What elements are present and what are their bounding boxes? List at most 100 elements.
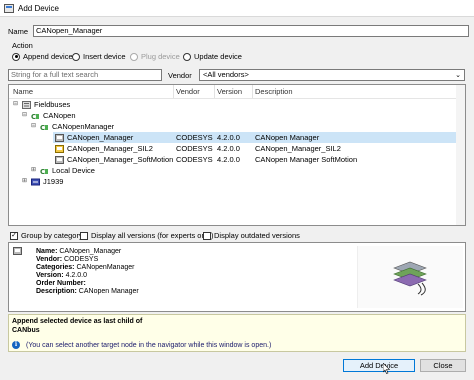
- radio-dot: [183, 52, 191, 61]
- column-divider: [252, 85, 253, 98]
- insert-device-label: Insert device: [83, 52, 126, 61]
- svg-text:C: C: [40, 168, 45, 175]
- can-icon: C: [40, 168, 48, 175]
- device-icon: [55, 156, 64, 164]
- name-label: Name: [8, 27, 29, 36]
- tree-row[interactable]: CANopen_Manager_SoftMotion CODESYS 4.2.0…: [53, 154, 457, 165]
- device-icon: [55, 134, 64, 142]
- vendor-select-value: <All vendors>: [203, 70, 249, 79]
- expand-icon[interactable]: ⊞: [31, 165, 36, 176]
- radio-dot: [130, 52, 138, 61]
- message-hint-text: (You can select another target node in t…: [26, 341, 272, 349]
- message-line-2: CANbus: [12, 327, 40, 334]
- device-sil2-icon: [55, 145, 64, 153]
- tree-row-name: CANopen: [43, 111, 76, 120]
- name-input[interactable]: CANopen_Manager: [33, 25, 469, 37]
- column-header-name[interactable]: Name: [13, 87, 33, 96]
- tree-row-version: 4.2.0.0: [217, 133, 240, 142]
- svg-text:C: C: [40, 124, 45, 131]
- append-device-radio[interactable]: Append device: [12, 52, 73, 61]
- info-version: Version: 4.2.0.0: [36, 272, 87, 279]
- close-button[interactable]: Close: [420, 359, 466, 372]
- column-header-version[interactable]: Version: [217, 87, 242, 96]
- info-name: Name: CANopen_Manager: [36, 248, 122, 255]
- device-tree[interactable]: Name Vendor Version Description ⊟ Fieldb…: [8, 84, 466, 226]
- add-device-icon: [4, 4, 14, 13]
- info-order-number: Order Number:: [36, 280, 86, 287]
- tree-row-name: Fieldbuses: [34, 100, 71, 109]
- display-all-versions-checkbox[interactable]: Display all versions (for experts only): [80, 231, 214, 240]
- column-header-vendor[interactable]: Vendor: [176, 87, 200, 96]
- device-icon: [13, 247, 22, 255]
- column-divider: [214, 85, 215, 98]
- collapse-icon[interactable]: ⊟: [31, 121, 36, 132]
- tree-row-vendor: CODESYS: [176, 144, 213, 153]
- tree-row-name: Local Device: [52, 166, 95, 175]
- checkbox-box: [203, 231, 211, 240]
- tree-row-vendor: CODESYS: [176, 155, 213, 164]
- vendor-label: Vendor: [168, 71, 192, 80]
- add-device-button[interactable]: Add Device: [343, 359, 415, 372]
- tree-row-name: J1939: [43, 177, 64, 186]
- expand-icon[interactable]: ⊞: [22, 176, 27, 187]
- tree-row[interactable]: ⊟ Fieldbuses: [9, 99, 457, 110]
- tree-row-name: CANopen_Manager_SoftMotion: [67, 155, 174, 164]
- plug-device-radio[interactable]: Plug device: [130, 52, 180, 61]
- radio-dot: [12, 52, 20, 61]
- mouse-cursor-icon: [383, 363, 390, 374]
- tree-row-name: CANopen_Manager_SIL2: [67, 144, 153, 153]
- info-vendor: Vendor: CODESYS: [36, 256, 99, 263]
- tree-row-description: CANopen Manager: [255, 133, 320, 142]
- tree-row[interactable]: ⊞ C Local Device: [9, 165, 457, 176]
- update-device-radio[interactable]: Update device: [183, 52, 242, 61]
- group-by-category-label: Group by category: [21, 231, 83, 240]
- collapse-icon[interactable]: ⊟: [22, 110, 27, 121]
- title-bar: Add Device: [0, 0, 474, 17]
- can-icon: C: [31, 113, 39, 120]
- window-title: Add Device: [18, 4, 59, 13]
- plug-device-label: Plug device: [141, 52, 180, 61]
- vertical-scrollbar[interactable]: [456, 85, 465, 225]
- append-device-label: Append device: [23, 52, 73, 61]
- radio-dot: [72, 52, 80, 61]
- tree-row-version: 4.2.0.0: [217, 144, 240, 153]
- device-stack-icon: [393, 261, 427, 296]
- tree-row-selected[interactable]: CANopen_Manager CODESYS 4.2.0.0 CANopen …: [53, 132, 457, 143]
- tree-row[interactable]: CANopen_Manager_SIL2 CODESYS 4.2.0.0 CAN…: [53, 143, 457, 154]
- info-description: Description: CANopen Manager: [36, 288, 139, 295]
- tree-row-description: CANopen Manager SoftMotion: [255, 155, 358, 164]
- tree-row-description: CANopen_Manager_SIL2: [255, 144, 341, 153]
- tree-row[interactable]: ⊟ C CANopenManager: [9, 121, 457, 132]
- info-categories: Categories: CANopenManager: [36, 264, 135, 271]
- collapse-icon[interactable]: ⊟: [13, 99, 18, 110]
- tree-row[interactable]: ⊞ J1939: [9, 176, 457, 187]
- svg-text:C: C: [31, 113, 36, 120]
- chevron-down-icon: ⌄: [455, 72, 461, 79]
- group-by-category-checkbox[interactable]: ✓ Group by category: [10, 231, 83, 240]
- vendor-select[interactable]: <All vendors> ⌄: [199, 69, 465, 81]
- tree-row-version: 4.2.0.0: [217, 155, 240, 164]
- insert-device-radio[interactable]: Insert device: [72, 52, 126, 61]
- tree-row[interactable]: ⊟ C CANopen: [9, 110, 457, 121]
- message-line-1: Append selected device as last child of: [12, 318, 143, 325]
- can-icon: C: [40, 124, 48, 131]
- info-icon: i: [12, 341, 20, 349]
- checkmark-icon: ✓: [10, 231, 18, 240]
- fieldbus-icon: [22, 101, 31, 109]
- tree-row-name: CANopenManager: [52, 122, 115, 131]
- device-info-panel: Name: CANopen_Manager Vendor: CODESYS Ca…: [8, 242, 466, 312]
- device-preview: [357, 246, 463, 308]
- display-all-versions-label: Display all versions (for experts only): [91, 231, 214, 240]
- checkbox-box: [80, 231, 88, 240]
- j1939-icon: [31, 178, 40, 186]
- tree-row-vendor: CODESYS: [176, 133, 213, 142]
- target-message-panel: Append selected device as last child of …: [8, 314, 466, 352]
- column-divider: [173, 85, 174, 98]
- column-header-description[interactable]: Description: [255, 87, 293, 96]
- search-input[interactable]: String for a full text search: [8, 69, 162, 81]
- message-hint: i (You can select another target node in…: [12, 341, 271, 349]
- display-outdated-versions-checkbox[interactable]: Display outdated versions: [203, 231, 300, 240]
- tree-row-name: CANopen_Manager: [67, 133, 134, 142]
- action-label: Action: [12, 41, 33, 50]
- update-device-label: Update device: [194, 52, 242, 61]
